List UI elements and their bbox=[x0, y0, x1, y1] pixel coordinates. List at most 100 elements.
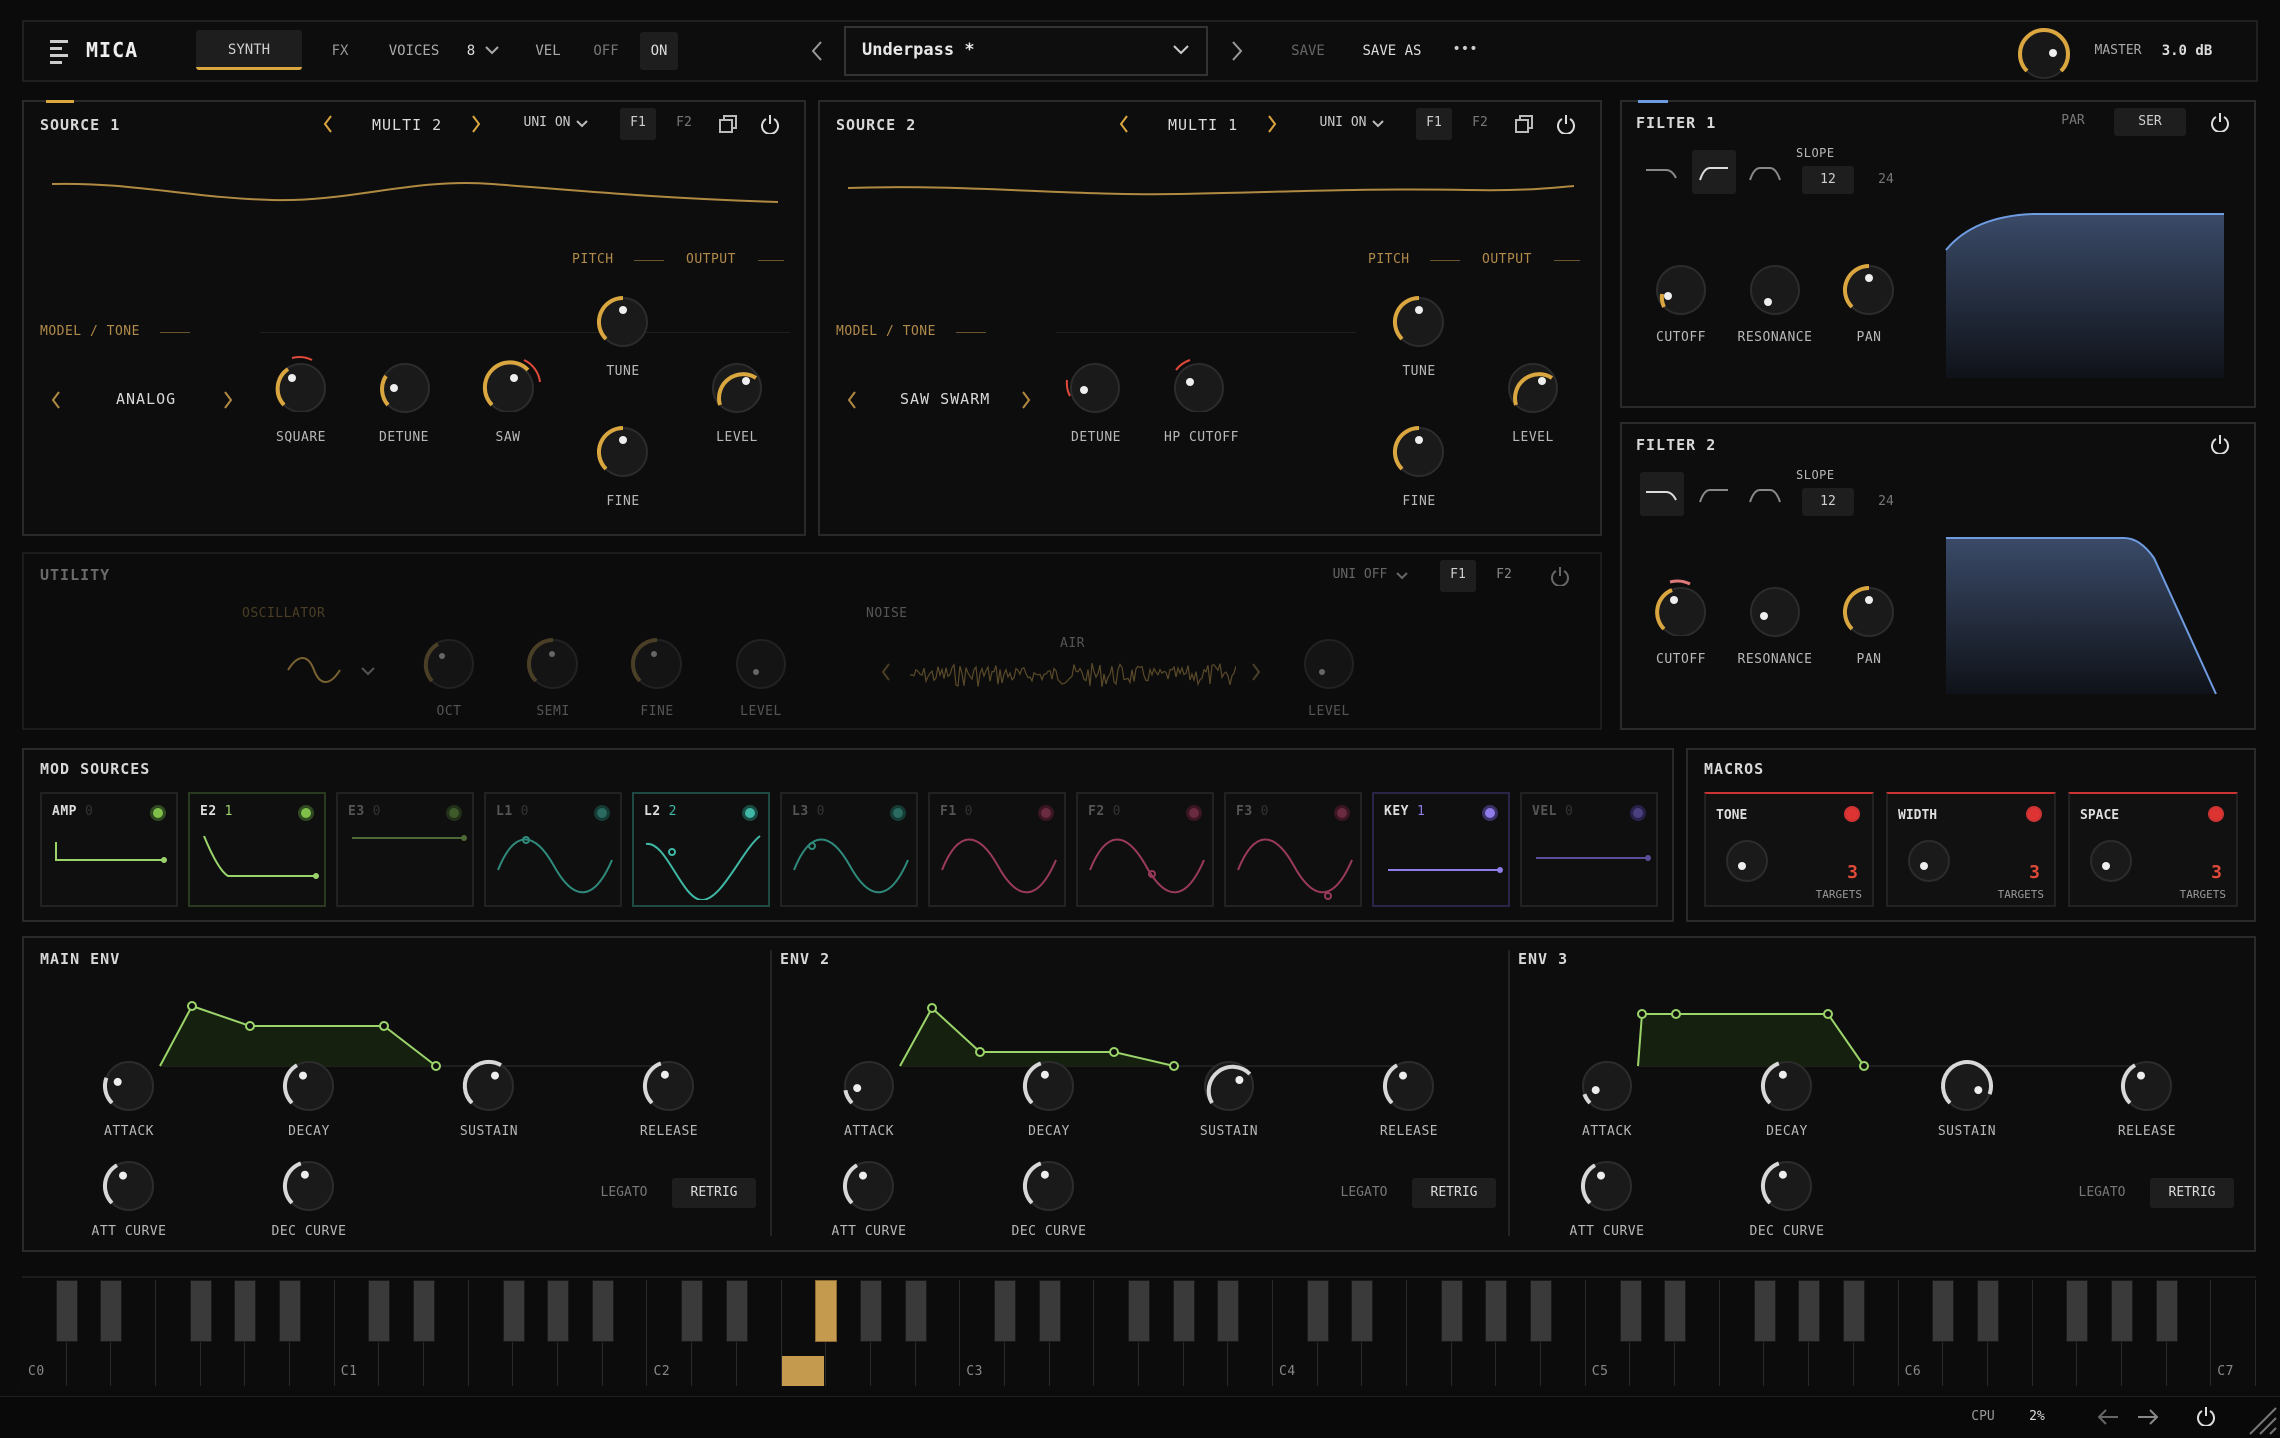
next-model-icon[interactable] bbox=[1020, 390, 1032, 410]
hp-cutoff-knob[interactable] bbox=[1168, 350, 1230, 412]
black-key[interactable] bbox=[1128, 1280, 1150, 1342]
power-icon[interactable] bbox=[760, 114, 780, 134]
black-key[interactable] bbox=[1664, 1280, 1687, 1342]
save-as-button[interactable]: SAVE AS bbox=[1358, 36, 1426, 66]
fine-knob[interactable] bbox=[1388, 420, 1450, 482]
status-dot[interactable] bbox=[1334, 805, 1350, 821]
lowpass-icon[interactable] bbox=[1640, 472, 1684, 516]
bandpass-icon[interactable] bbox=[1692, 472, 1736, 516]
source-1-f1[interactable]: F1 bbox=[620, 108, 656, 140]
voices-value[interactable]: 8 bbox=[462, 36, 480, 66]
mod-source-l1[interactable]: L1 0 bbox=[484, 792, 622, 907]
prev-model-icon[interactable] bbox=[50, 390, 62, 410]
mod-source-f1[interactable]: F1 0 bbox=[928, 792, 1066, 907]
pan-knob[interactable] bbox=[1838, 580, 1900, 642]
next-engine-icon[interactable] bbox=[1266, 114, 1278, 134]
next-engine-icon[interactable] bbox=[470, 114, 482, 134]
saw-knob[interactable] bbox=[478, 350, 548, 412]
dec-curve-knob[interactable] bbox=[1756, 1154, 1818, 1216]
decay-knob[interactable] bbox=[1018, 1054, 1080, 1116]
power-icon[interactable] bbox=[2210, 112, 2230, 132]
black-key[interactable] bbox=[1217, 1280, 1240, 1342]
tab-synth[interactable]: SYNTH bbox=[196, 30, 302, 70]
next-preset-icon[interactable] bbox=[1230, 40, 1244, 62]
black-key[interactable] bbox=[1306, 1280, 1329, 1342]
status-dot[interactable] bbox=[1844, 806, 1860, 822]
redo-icon[interactable] bbox=[2136, 1408, 2160, 1426]
attack-knob[interactable] bbox=[98, 1054, 160, 1116]
macro-tone[interactable]: TONE 3 TARGETS bbox=[1704, 792, 1874, 907]
pan-knob[interactable] bbox=[1838, 258, 1900, 320]
sustain-knob[interactable] bbox=[458, 1054, 520, 1116]
semi-knob[interactable] bbox=[522, 632, 584, 694]
decay-knob[interactable] bbox=[278, 1054, 340, 1116]
sine-wave-icon[interactable] bbox=[286, 656, 342, 684]
status-dot[interactable] bbox=[1630, 805, 1646, 821]
fine-knob[interactable] bbox=[626, 632, 688, 694]
status-dot[interactable] bbox=[1186, 805, 1202, 821]
fine-knob[interactable] bbox=[592, 420, 654, 482]
dec-curve-knob[interactable] bbox=[278, 1154, 340, 1216]
ser-button[interactable]: SER bbox=[2114, 108, 2186, 136]
black-key[interactable] bbox=[413, 1280, 436, 1342]
mod-source-vel[interactable]: VEL 0 bbox=[1520, 792, 1658, 907]
source-1-f2[interactable]: F2 bbox=[668, 108, 700, 138]
att-curve-knob[interactable] bbox=[1576, 1154, 1638, 1216]
vel-on-button[interactable]: ON bbox=[640, 32, 678, 70]
more-options-button[interactable]: ••• bbox=[1450, 34, 1480, 64]
resize-grip-icon[interactable] bbox=[2246, 1404, 2278, 1436]
bandpass-icon[interactable] bbox=[1692, 150, 1736, 194]
cutoff-knob[interactable] bbox=[1650, 574, 1712, 636]
resonance-knob[interactable] bbox=[1744, 580, 1806, 642]
black-key[interactable] bbox=[100, 1280, 123, 1342]
mod-source-e3[interactable]: E3 0 bbox=[336, 792, 474, 907]
chevron-down-icon[interactable] bbox=[576, 120, 588, 128]
slope-12-button[interactable]: 12 bbox=[1802, 166, 1854, 194]
black-key[interactable] bbox=[1976, 1280, 1999, 1342]
prev-preset-icon[interactable] bbox=[810, 40, 824, 62]
legato-button[interactable]: LEGATO bbox=[596, 1178, 652, 1208]
legato-button[interactable]: LEGATO bbox=[2074, 1178, 2130, 1208]
detune-knob[interactable] bbox=[374, 356, 436, 418]
decay-knob[interactable] bbox=[1756, 1054, 1818, 1116]
mod-source-f2[interactable]: F2 0 bbox=[1076, 792, 1214, 907]
black-key[interactable] bbox=[2066, 1280, 2089, 1342]
black-key[interactable] bbox=[1932, 1280, 1955, 1342]
black-key[interactable] bbox=[547, 1280, 570, 1342]
status-dot[interactable] bbox=[150, 805, 166, 821]
black-key[interactable] bbox=[994, 1280, 1016, 1342]
mod-source-l3[interactable]: L3 0 bbox=[780, 792, 918, 907]
status-dot[interactable] bbox=[742, 805, 758, 821]
black-key[interactable] bbox=[502, 1280, 525, 1342]
par-button[interactable]: PAR bbox=[2056, 106, 2090, 136]
chevron-down-icon[interactable] bbox=[360, 666, 376, 676]
level-knob[interactable] bbox=[706, 356, 768, 418]
black-key[interactable] bbox=[1530, 1280, 1553, 1342]
chevron-down-icon[interactable] bbox=[1396, 572, 1408, 580]
prev-engine-icon[interactable] bbox=[322, 114, 334, 134]
utility-f2[interactable]: F2 bbox=[1488, 560, 1520, 590]
power-icon[interactable] bbox=[2196, 1406, 2216, 1426]
vel-off-button[interactable]: OFF bbox=[588, 36, 624, 66]
black-key[interactable] bbox=[1038, 1280, 1061, 1342]
status-dot[interactable] bbox=[2026, 806, 2042, 822]
black-key[interactable] bbox=[725, 1280, 748, 1342]
tune-knob[interactable] bbox=[592, 290, 654, 352]
release-knob[interactable] bbox=[638, 1054, 700, 1116]
lowpass-icon[interactable] bbox=[1640, 150, 1682, 194]
utility-f1[interactable]: F1 bbox=[1440, 560, 1476, 592]
black-key[interactable] bbox=[279, 1280, 302, 1342]
slope-24-button[interactable]: 24 bbox=[1872, 488, 1900, 516]
source-1-unison[interactable]: UNI ON bbox=[520, 108, 574, 138]
attack-knob[interactable] bbox=[838, 1054, 900, 1116]
att-curve-knob[interactable] bbox=[98, 1154, 160, 1216]
black-key[interactable] bbox=[1351, 1280, 1374, 1342]
black-key[interactable] bbox=[815, 1280, 838, 1342]
next-model-icon[interactable] bbox=[222, 390, 234, 410]
black-key[interactable] bbox=[55, 1280, 78, 1342]
resonance-knob[interactable] bbox=[1744, 258, 1806, 320]
chevron-down-icon[interactable] bbox=[1372, 120, 1384, 128]
mod-source-key[interactable]: KEY 1 bbox=[1372, 792, 1510, 907]
retrig-button[interactable]: RETRIG bbox=[2150, 1178, 2234, 1208]
mod-source-e2[interactable]: E2 1 bbox=[188, 792, 326, 907]
